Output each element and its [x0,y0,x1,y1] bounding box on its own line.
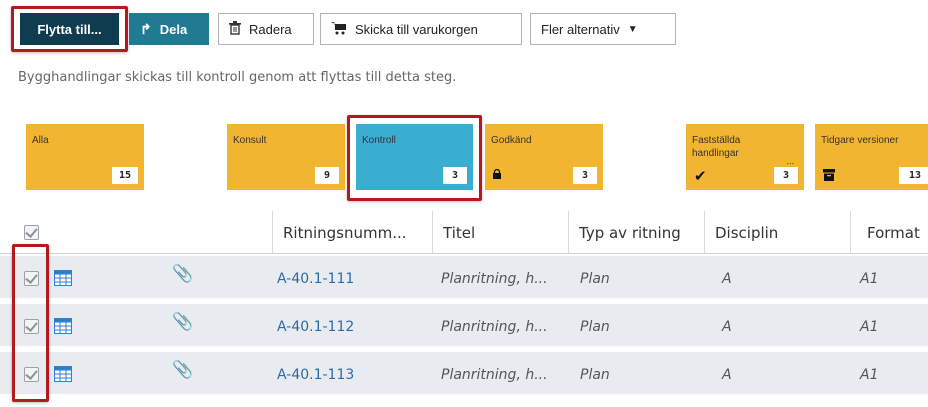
trash-icon [229,20,241,38]
cart-icon [331,21,347,38]
tile-count: 13 [899,167,928,184]
archive-icon [823,169,835,184]
paperclip-icon[interactable]: 📎 [172,264,193,284]
drawing-number-link[interactable]: A-40.1-111 [277,256,354,301]
checkmark-icon: ✔ [694,168,707,185]
drawing-title: Planritning, h... [441,366,548,383]
paperclip-icon[interactable]: 📎 [172,360,193,380]
spreadsheet-icon[interactable] [54,366,72,386]
hint-text: Bygghandlingar skickas till kontroll gen… [18,70,457,85]
drawing-discipline: A [722,366,732,383]
select-all-checkbox[interactable] [24,225,39,240]
paperclip-icon[interactable]: 📎 [172,312,193,332]
drawing-type: Plan [580,270,610,287]
lock-icon [493,167,501,182]
delete-button[interactable]: Radera [218,13,314,45]
drawing-discipline: A [722,318,732,335]
tile-count: 3 [573,167,597,184]
table-row[interactable]: 📎 A-40.1-112 Planritning, h... Plan A A1 [0,304,928,349]
drawing-format: A1 [860,318,879,335]
drawing-discipline: A [722,270,732,287]
drawing-type: Plan [580,318,610,335]
tile-count: 15 [112,167,138,184]
checkbox-column-highlight [12,244,49,402]
share-icon: ↱ [140,20,152,37]
drawing-type: Plan [580,366,610,383]
tile-count: 3 [443,167,467,184]
drawing-title: Planritning, h... [441,270,548,287]
drawing-format: A1 [860,270,879,287]
column-header-discipline[interactable]: Disciplin [704,211,850,254]
status-tile-approved[interactable]: Godkänd 3 [485,124,603,190]
column-header-type[interactable]: Typ av ritning [568,211,704,254]
spreadsheet-icon[interactable] [54,270,72,290]
status-tile-consultant[interactable]: Konsult 9 [227,124,345,190]
table-header: Ritningsnumm... Titel Typ av ritning Dis… [0,211,928,254]
drawing-format: A1 [860,366,879,383]
column-header-format[interactable]: Format [850,211,928,254]
caret-down-icon: ▼ [627,23,638,35]
drawing-number-link[interactable]: A-40.1-112 [277,304,354,349]
table-row[interactable]: 📎 A-40.1-113 Planritning, h... Plan A A1 [0,352,928,397]
status-tile-established[interactable]: Fastställda handlingar ... ✔ 3 [686,124,804,190]
tile-count: 9 [315,167,339,184]
drawing-number-link[interactable]: A-40.1-113 [277,352,354,397]
share-button[interactable]: ↱ Dela [129,13,209,45]
table-row[interactable]: 📎 A-40.1-111 Planritning, h... Plan A A1 [0,256,928,301]
status-tile-control[interactable]: Kontroll 3 [356,124,473,190]
status-tile-all[interactable]: Alla 15 [26,124,144,190]
move-to-button[interactable]: Flytta till... [20,13,119,45]
status-tile-previous-versions[interactable]: Tidgare versioner 13 [815,124,928,190]
column-header-title[interactable]: Titel [432,211,568,254]
drawing-title: Planritning, h... [441,318,548,335]
column-header-number[interactable]: Ritningsnumm... [272,211,432,254]
more-options-dropdown[interactable]: Fler alternativ ▼ [530,13,676,45]
send-to-cart-button[interactable]: Skicka till varukorgen [320,13,522,45]
spreadsheet-icon[interactable] [54,318,72,338]
tile-count: 3 [774,167,798,184]
